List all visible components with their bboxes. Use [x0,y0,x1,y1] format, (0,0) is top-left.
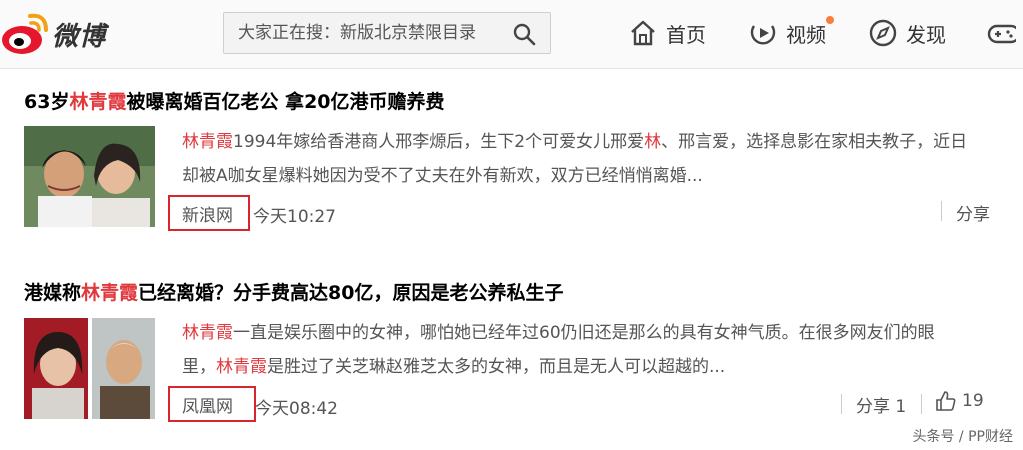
source-link[interactable]: 新浪网 [168,195,250,231]
compass-icon [869,19,897,47]
source-label: 凤凰网 [182,396,233,417]
search-input[interactable] [224,13,504,53]
weibo-logo[interactable]: 微博 [0,10,130,58]
thumbnail-image [24,126,155,227]
nav-home[interactable]: 首页 [628,14,706,52]
snippet-text: 、邢言爱，选择息影在家相夫教子，近日 [661,132,968,152]
weibo-eye-icon [2,13,48,54]
title-text: 已经离婚？分手费高达80亿，原因是老公养私生子 [138,282,564,304]
video-icon [750,25,776,45]
divider [841,394,842,414]
result-title-link[interactable]: 63岁林青霞被曝离婚百亿老公 拿20亿港币赡养费 [24,87,445,114]
search-bar[interactable] [223,12,551,54]
snippet-keyword: 林青霞 [182,132,233,152]
result-snippet-line: 林青霞一直是娱乐圈中的女神，哪怕她已经年过60仍旧还是那么的具有女神气质。在很多… [182,316,1012,350]
source-link[interactable]: 凤凰网 [168,386,256,422]
share-button[interactable]: 分享 1 [856,392,906,417]
result-snippet-line: 却被A咖女星爆料她因为受不了丈夫在外有新欢，双方已经悄悄离婚... [182,166,703,186]
snippet-text: 1994年嫁给香港商人邢李㷧后，生下2个可爱女儿邢爱 [233,132,645,152]
top-navigation-bar: 微博 首页 视频 发现 [0,0,1023,69]
snippet-text: 一直是娱乐圈中的女神，哪怕她已经年过60仍旧还是那么的具有女神气质。在很多网友们… [233,323,935,343]
title-text: 被曝离婚百亿老公 拿20亿港币赡养费 [126,91,445,113]
snippet-text: 是胜过了关芝琳赵雅芝太多的女神，而且是无人可以超越的... [267,357,726,377]
source-watermark: 头条号 / PP财经 [912,429,1013,445]
like-count: 19 [962,391,984,411]
result-snippet-line: 林青霞1994年嫁给香港商人邢李㷧后，生下2个可爱女儿邢爱林、邢言爱，选择息影在… [182,125,1012,159]
result-snippet-line: 里，林青霞是胜过了关芝琳赵雅芝太多的女神，而且是无人可以超越的... [182,350,1012,384]
title-text: 港媒称 [24,282,82,304]
home-icon [631,20,655,46]
notification-dot [826,16,834,24]
search-result-card: 63岁林青霞被曝离婚百亿老公 拿20亿港币赡养费 林青霞1994年嫁给香港商人邢… [0,68,1023,248]
source-label: 新浪网 [182,205,233,226]
title-keyword: 林青霞 [81,282,139,304]
nav-discover-label: 发现 [906,22,946,47]
divider [921,394,922,414]
search-icon[interactable] [512,22,536,46]
logo-text: 微博 [52,22,107,52]
snippet-text: 里， [182,357,216,377]
share-label: 分享 [956,205,990,225]
result-title-link[interactable]: 港媒称林青霞已经离婚？分手费高达80亿，原因是老公养私生子 [24,278,563,305]
gamepad-icon [987,24,1016,44]
title-text: 63岁 [24,91,70,113]
share-button[interactable]: 分享 [956,200,990,225]
divider [941,201,942,221]
like-button[interactable]: 19 [935,390,984,412]
result-thumbnail[interactable] [24,126,155,227]
snippet-keyword: 林青霞 [216,357,267,377]
snippet-keyword: 林青霞 [182,323,233,343]
result-thumbnail[interactable] [24,318,155,419]
nav-video-label: 视频 [786,22,826,47]
search-result-card: 港媒称林青霞已经离婚？分手费高达80亿，原因是老公养私生子 林青霞一直是娱乐圈中… [0,248,1023,438]
share-label: 分享 1 [856,397,907,417]
title-keyword: 林青霞 [69,91,127,113]
nav-video[interactable]: 视频 [748,14,834,52]
thumbnail-image [24,318,155,419]
post-time: 今天08:42 [255,399,338,419]
nav-home-label: 首页 [666,22,706,47]
thumbs-up-icon [936,391,956,411]
post-time: 今天10:27 [253,207,336,227]
nav-discover[interactable]: 发现 [868,14,946,52]
nav-game[interactable] [986,14,1023,52]
snippet-keyword: 林 [644,132,662,152]
